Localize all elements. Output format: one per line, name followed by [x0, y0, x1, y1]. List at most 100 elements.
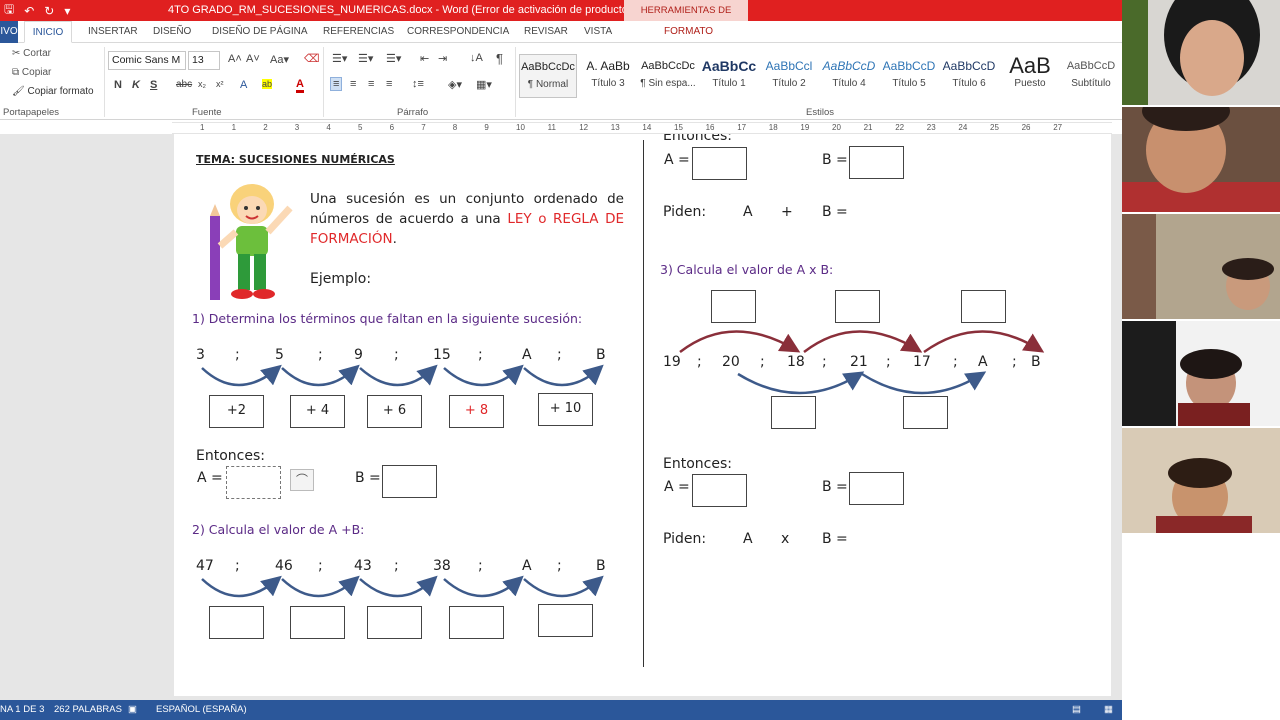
b-answer-box[interactable] — [849, 472, 904, 505]
style-sin-espaciado[interactable]: AaBbCcDc ¶ Sin espa... — [639, 54, 697, 98]
numbering-icon[interactable]: ☰▾ — [358, 52, 373, 65]
style-normal[interactable]: AaBbCcDc ¶ Normal — [519, 54, 577, 98]
participant-video-2[interactable] — [1122, 107, 1280, 212]
horizontal-ruler[interactable]: 1 1 2 3 4 5 6 7 8 9 10 11 12 13 14 15 16 17 18 19 20 21 22 23 24… — [172, 122, 1112, 134]
seq1-term: 3 — [196, 347, 205, 363]
seq3-sep: ; — [953, 354, 958, 370]
group-separator — [515, 47, 516, 117]
ruler-tick-label: 8 — [452, 123, 458, 132]
tab-vista[interactable]: VISTA — [584, 21, 612, 43]
style-titulo-1[interactable]: AaBbCc Título 1 — [700, 54, 758, 98]
difference-answer-box[interactable] — [449, 606, 504, 639]
tab-revisar[interactable]: REVISAR — [524, 21, 568, 43]
font-group-label: Fuente — [192, 107, 222, 118]
font-name-select[interactable]: Comic Sans M — [108, 51, 186, 70]
font-size-select[interactable]: 13 — [188, 51, 220, 70]
top-answer-box[interactable] — [835, 290, 880, 323]
a-answer-box[interactable] — [692, 474, 747, 507]
copy-button[interactable]: ⧉ Copiar — [12, 67, 51, 78]
increase-indent-icon[interactable]: ⇥ — [438, 52, 447, 65]
tab-diseno[interactable]: DISEÑO — [153, 21, 191, 43]
decrease-indent-icon[interactable]: ⇤ — [420, 52, 429, 65]
italic-icon[interactable]: K — [132, 79, 140, 91]
piden-b: B = — [822, 204, 848, 220]
multilevel-list-icon[interactable]: ☰▾ — [386, 52, 401, 65]
save-icon[interactable]: 🖫 — [4, 0, 14, 21]
tab-formato[interactable]: FORMATO — [664, 21, 713, 43]
a-answer-box[interactable] — [692, 147, 747, 180]
font-color-icon[interactable]: A — [296, 79, 304, 93]
tab-diseno-pagina[interactable]: DISEÑO DE PÁGINA — [212, 21, 308, 43]
align-left-icon[interactable]: ≡ — [330, 77, 343, 91]
difference-answer-box[interactable] — [367, 606, 422, 639]
cut-button[interactable]: ✂ Cortar — [12, 48, 51, 59]
styles-group-label: Estilos — [806, 107, 834, 118]
tab-inicio[interactable]: INICIO — [24, 21, 72, 43]
tab-referencias[interactable]: REFERENCIAS — [323, 21, 394, 43]
style-titulo-5[interactable]: AaBbCcD Título 5 — [880, 54, 938, 98]
bold-icon[interactable]: N — [114, 79, 122, 91]
difference-answer-box[interactable] — [538, 604, 593, 637]
participant-video-5[interactable] — [1122, 428, 1280, 533]
page-count[interactable]: NA 1 DE 3 — [0, 700, 44, 720]
layout-options-icon[interactable]: ⌒ — [290, 469, 314, 491]
word-count[interactable]: 262 PALABRAS — [54, 700, 122, 720]
redo-icon[interactable]: ↻ — [44, 4, 54, 18]
tab-file[interactable]: IVO — [0, 21, 18, 43]
sort-icon[interactable]: ↓A — [470, 52, 483, 64]
language[interactable]: ESPAÑOL (ESPAÑA) — [156, 700, 247, 720]
ruler-tick-label: 16 — [705, 123, 715, 132]
print-layout-icon[interactable]: ▦ — [1104, 700, 1113, 720]
align-right-icon[interactable]: ≡ — [368, 78, 374, 90]
style-puesto[interactable]: AaB Puesto — [1001, 54, 1059, 98]
bullets-icon[interactable]: ☰▾ — [332, 52, 347, 65]
copy-icon: ⧉ — [12, 67, 22, 78]
a-answer-box-selected[interactable] — [226, 466, 281, 499]
justify-icon[interactable]: ≡ — [386, 78, 392, 90]
bottom-answer-box[interactable] — [771, 396, 816, 429]
participant-video-3[interactable] — [1122, 214, 1280, 319]
difference-answer-box[interactable] — [290, 606, 345, 639]
top-answer-box[interactable] — [711, 290, 756, 323]
borders-icon[interactable]: ▦▾ — [476, 78, 492, 91]
participant-video-4[interactable] — [1122, 321, 1280, 426]
show-marks-icon[interactable]: ¶ — [496, 51, 503, 66]
bottom-answer-box[interactable] — [903, 396, 948, 429]
b-answer-box[interactable] — [849, 146, 904, 179]
clear-format-icon[interactable]: ⌫ — [304, 52, 320, 65]
seq3-sep: ; — [886, 354, 891, 370]
grow-font-icon[interactable]: A˄ — [228, 53, 242, 65]
style-titulo-2[interactable]: AaBbCcl Título 2 — [760, 54, 818, 98]
format-painter-button[interactable]: 🖌 Copiar formato — [12, 86, 94, 97]
difference-answer-box[interactable] — [209, 606, 264, 639]
top-answer-box[interactable] — [961, 290, 1006, 323]
style-titulo-3[interactable]: A. AaBb Título 3 — [579, 54, 637, 98]
subscript-icon[interactable]: x₂ — [198, 79, 206, 89]
underline-icon[interactable]: S — [150, 79, 157, 91]
customize-icon[interactable]: ▾ — [64, 4, 70, 18]
read-mode-icon[interactable]: ▤ — [1072, 700, 1081, 720]
undo-icon[interactable]: ↶ — [24, 4, 34, 18]
participant-hair — [1168, 458, 1232, 488]
style-name: Título 5 — [892, 78, 926, 89]
proofing-icon[interactable]: ▣ — [128, 700, 137, 720]
strikethrough-icon[interactable]: abc — [176, 79, 192, 90]
text-effects-icon[interactable]: A — [240, 79, 247, 91]
ruler-tick-label: 25 — [990, 123, 999, 132]
change-case-icon[interactable]: Aa▾ — [270, 53, 289, 66]
style-titulo-4[interactable]: AaBbCcD Título 4 — [820, 54, 878, 98]
style-titulo-6[interactable]: AaBbCcD Título 6 — [940, 54, 998, 98]
shading-icon[interactable]: ◈▾ — [448, 78, 462, 91]
tab-correspondencia[interactable]: CORRESPONDENCIA — [407, 21, 509, 43]
participant-video-1[interactable] — [1122, 0, 1280, 105]
cartoon-boy-image — [210, 184, 293, 300]
align-center-icon[interactable]: ≡ — [350, 78, 356, 90]
b-answer-box[interactable] — [382, 465, 437, 498]
tab-insertar[interactable]: INSERTAR — [88, 21, 138, 43]
superscript-icon[interactable]: x² — [216, 79, 224, 89]
style-subtitulo[interactable]: AaBbCcD Subtítulo — [1062, 54, 1120, 98]
style-preview: AaB — [1009, 54, 1051, 78]
line-spacing-icon[interactable]: ↕≡ — [412, 78, 424, 90]
highlight-icon[interactable]: ab — [262, 79, 273, 89]
shrink-font-icon[interactable]: A˅ — [246, 53, 260, 65]
